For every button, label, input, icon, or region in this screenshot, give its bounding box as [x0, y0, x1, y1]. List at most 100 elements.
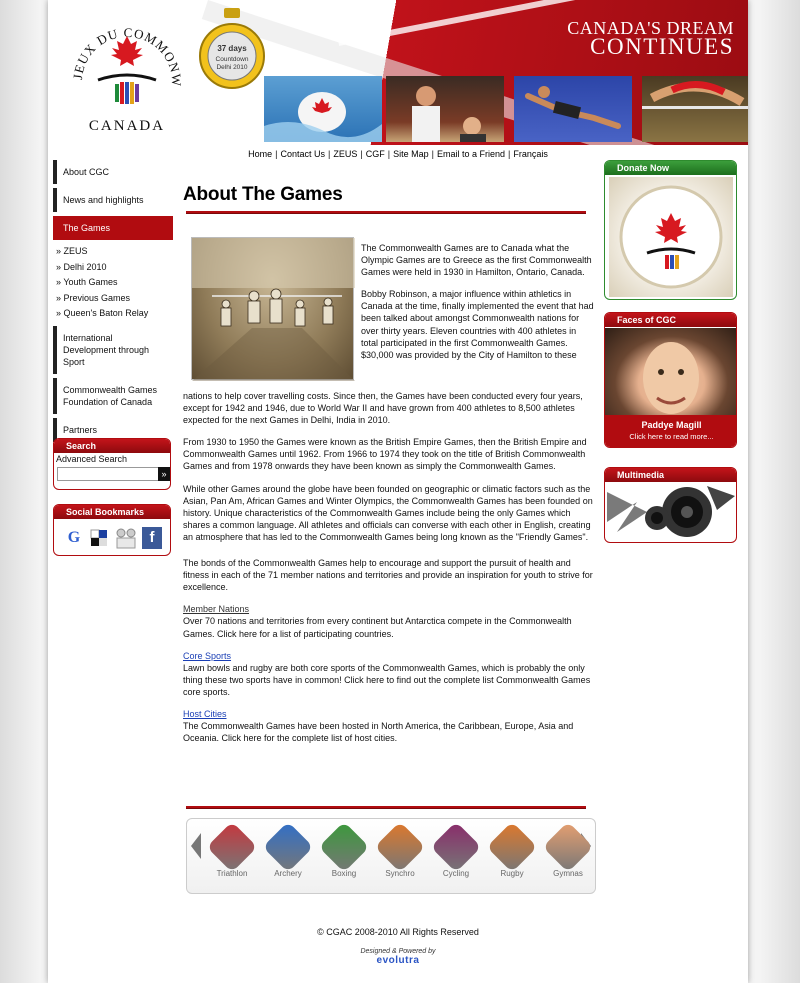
faces-name: Paddye Magill — [641, 420, 702, 430]
faces-read-more-link[interactable]: Click here to read more... — [605, 432, 736, 441]
intro-paragraph-1: The Commonwealth Games are to Canada wha… — [361, 243, 592, 278]
social-bookmarks-box: Social Bookmarks G f — [53, 504, 171, 556]
google-icon[interactable]: G — [64, 527, 84, 549]
facebook-icon[interactable]: f — [142, 527, 162, 549]
sport-label: Synchro — [385, 869, 415, 878]
faces-of-cgc-box[interactable]: Faces of CGC Paddye Magill Click here to… — [604, 312, 737, 448]
historic-race-photo — [191, 237, 355, 381]
nav-site-map[interactable]: Site Map — [393, 149, 429, 159]
sport-label: Archery — [274, 869, 302, 878]
paragraph-names: From 1930 to 1950 the Games were known a… — [183, 437, 587, 472]
search-box: Search Advanced Search » — [53, 438, 171, 490]
site-header: JEUX DU COMMONWEALTH GAMES CANADA 37 day… — [48, 0, 748, 145]
bottom-divider — [186, 806, 586, 809]
body-text: nations to help cover travelling costs. … — [183, 390, 595, 754]
slogan-line2: CONTINUES — [590, 34, 734, 59]
sport-pictogram-icon — [262, 821, 314, 873]
sport-pictogram-icon — [318, 821, 370, 873]
sport-label: Rugby — [500, 869, 524, 878]
designed-by[interactable]: Designed & Powered by evolutra — [48, 948, 748, 966]
nav-francais[interactable]: Français — [513, 149, 548, 159]
nav-cgf[interactable]: CGF — [366, 149, 385, 159]
sport-item[interactable]: Boxing — [318, 821, 370, 878]
sidebar-item-the-games[interactable]: The Games — [53, 216, 173, 240]
donate-box[interactable]: Donate Now — [604, 160, 737, 300]
sidebar-subnav: ZEUS Delhi 2010 Youth Games Previous Gam… — [53, 244, 173, 322]
sport-pictogram-icon — [374, 821, 426, 873]
core-sports-link[interactable]: Core Sports — [183, 651, 231, 661]
multimedia-speaker-image — [607, 482, 735, 540]
advanced-search-link[interactable]: Advanced Search — [54, 453, 170, 465]
delicious-glyph — [90, 529, 107, 546]
carousel-left-arrow[interactable] — [191, 833, 201, 859]
nav-zeus[interactable]: ZEUS — [333, 149, 357, 159]
faces-portrait — [605, 328, 736, 428]
sports-carousel: Triathlon Archery Boxing Synchro Cycling Rugb… — [186, 818, 596, 894]
sport-label: Boxing — [331, 869, 357, 878]
left-sidebar-nav: About CGC News and highlights The Games … — [53, 160, 173, 446]
nav-email-friend[interactable]: Email to a Friend — [437, 149, 505, 159]
page-title: About The Games — [183, 184, 343, 205]
sport-item[interactable]: Archery — [262, 821, 314, 878]
subnav-queens-baton-relay[interactable]: Queen's Baton Relay — [56, 306, 173, 322]
sport-label: Gymnas — [553, 869, 583, 878]
search-input[interactable] — [57, 467, 159, 481]
subnav-delhi-2010[interactable]: Delhi 2010 — [56, 260, 173, 276]
swimmer-photo — [264, 76, 382, 142]
speaker-icon — [607, 486, 735, 537]
evolutra-logo: evolutra — [376, 955, 420, 966]
host-cities-link[interactable]: Host Cities — [183, 709, 227, 719]
sport-pictogram-icon — [486, 821, 538, 873]
host-cities-text: The Commonwealth Games have been hosted … — [183, 721, 574, 744]
countdown-days: 37 days — [217, 44, 247, 53]
digg-icon[interactable] — [114, 527, 136, 549]
page-container: JEUX DU COMMONWEALTH GAMES CANADA 37 day… — [48, 0, 748, 983]
sport-item[interactable]: Gymnas — [542, 821, 594, 878]
high-jump-photo — [642, 76, 748, 142]
paragraph-founding: While other Games around the globe have … — [183, 483, 593, 542]
sidebar-item-news[interactable]: News and highlights — [53, 188, 173, 212]
sport-item[interactable]: Synchro — [374, 821, 426, 878]
core-sports-text: Lawn bowls and rugby are both core sport… — [183, 662, 591, 697]
sport-item[interactable]: Cycling — [430, 821, 482, 878]
swimmer-image — [264, 92, 382, 142]
intro-paragraph-2: Bobby Robinson, a major influence within… — [361, 289, 594, 360]
multimedia-box[interactable]: Multimedia — [604, 467, 737, 543]
member-nations-link[interactable]: Member Nations — [183, 604, 249, 614]
high-jump-image — [642, 81, 748, 109]
sidebar-item-cg-foundation[interactable]: Commonwealth Games Foundation of Canada — [53, 377, 173, 414]
race-image — [192, 238, 355, 381]
sport-pictogram-icon — [206, 821, 258, 873]
faces-caption: Paddye Magill Click here to read more... — [605, 415, 736, 447]
main-content: About The Games The Commonwealth Games a… — [183, 184, 595, 743]
designed-by-label: Designed & Powered by — [360, 948, 436, 955]
countdown-event: Delhi 2010 — [216, 64, 248, 71]
sidebar-item-international-development[interactable]: International Development through Sport — [53, 325, 173, 374]
svg-text:CANADA: CANADA — [89, 118, 165, 134]
portrait-image — [643, 342, 699, 414]
title-divider — [186, 211, 586, 214]
social-box-title: Social Bookmarks — [54, 505, 170, 519]
top-navigation: Home | Contact Us | ZEUS | CGF | Site Map | Email … — [248, 149, 548, 159]
sport-item[interactable]: Triathlon — [206, 821, 258, 878]
sport-pictogram-icon — [430, 821, 482, 873]
member-nations-text: Over 70 nations and territories from eve… — [183, 616, 572, 639]
donate-title: Donate Now — [605, 161, 736, 175]
subnav-zeus[interactable]: ZEUS — [56, 244, 173, 260]
sport-label: Cycling — [442, 869, 470, 878]
sport-label: Triathlon — [216, 869, 248, 878]
subnav-previous-games[interactable]: Previous Games — [56, 291, 173, 307]
copyright-text: © CGAC 2008-2010 All Rights Reserved — [317, 927, 479, 937]
nav-home[interactable]: Home — [248, 149, 272, 159]
search-go-button[interactable]: » — [158, 467, 170, 481]
paragraph-history: nations to help cover travelling costs. … — [183, 391, 583, 426]
nav-contact-us[interactable]: Contact Us — [281, 149, 326, 159]
coin-logo-icon — [619, 185, 723, 289]
sidebar-item-about-cgc[interactable]: About CGC — [53, 160, 173, 184]
cgc-logo[interactable]: JEUX DU COMMONWEALTH GAMES CANADA — [68, 2, 186, 142]
digg-glyph — [116, 528, 136, 549]
sport-item[interactable]: Rugby — [486, 821, 538, 878]
paragraph-bonds: The bonds of the Commonwealth Games help… — [183, 558, 593, 593]
subnav-youth-games[interactable]: Youth Games — [56, 275, 173, 291]
delicious-icon[interactable] — [89, 527, 109, 549]
